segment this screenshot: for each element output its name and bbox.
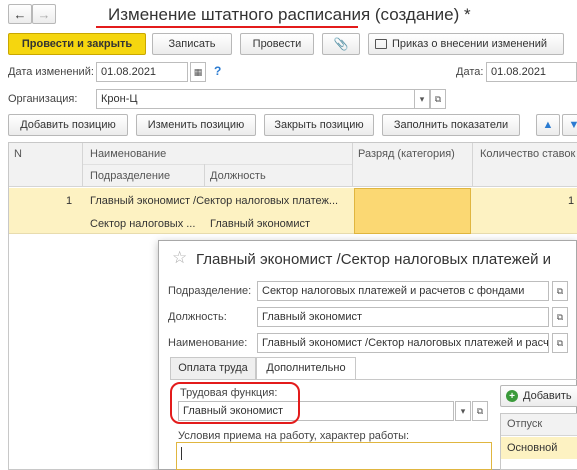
tab-additional-label: Дополнительно <box>266 362 346 374</box>
chevron-down-icon[interactable]: ▾ <box>414 89 430 109</box>
header-divider <box>352 143 353 187</box>
add-leave-button[interactable]: + Добавить <box>500 385 577 407</box>
add-position-button[interactable]: Добавить позицию <box>8 114 128 136</box>
add-leave-label: Добавить <box>523 390 572 402</box>
dialog-position-field[interactable]: Главный экономист <box>257 307 549 327</box>
order-button[interactable]: Приказ о внесении изменений <box>368 33 564 55</box>
calendar-icon[interactable]: ▦ <box>190 62 206 82</box>
column-position-header[interactable]: Должность <box>210 170 266 182</box>
change-date-label: Дата изменений: <box>8 66 94 78</box>
move-up-button[interactable]: ▲ <box>536 114 560 136</box>
date-label: Дата: <box>456 66 484 78</box>
post-button[interactable]: Провести <box>240 33 314 55</box>
dialog-name-label: Наименование: <box>168 337 248 349</box>
row-qty: 1 <box>568 195 575 207</box>
change-date-field[interactable]: 01.08.2021 <box>96 62 188 82</box>
column-rank-header[interactable]: Разряд (категория) <box>358 148 455 160</box>
tab-pay[interactable]: Оплата труда <box>170 357 256 379</box>
leave-header-label: Отпуск <box>507 418 543 430</box>
row-name: Главный экономист /Сектор налоговых плат… <box>90 195 339 207</box>
window-title: Изменение штатного расписания (создание)… <box>108 5 471 24</box>
labor-function-annotation <box>170 382 300 424</box>
plus-circle-icon: + <box>506 390 518 402</box>
dialog-position-label: Должность: <box>168 311 227 323</box>
edit-position-button[interactable]: Изменить позицию <box>136 114 256 136</box>
header-divider <box>472 143 473 187</box>
dialog-dept-label: Подразделение: <box>168 285 252 297</box>
post-and-close-button[interactable]: Провести и закрыть <box>8 33 146 55</box>
title-underline-annotation <box>96 26 358 28</box>
text-cursor <box>181 447 182 460</box>
print-icon <box>375 39 387 49</box>
row-dept: Сектор налоговых ... <box>90 218 196 230</box>
column-qty-header[interactable]: Количество ставок <box>480 148 577 160</box>
help-icon[interactable]: ? <box>214 64 221 78</box>
conditions-textarea[interactable] <box>176 442 492 470</box>
dialog-title: Главный экономист /Сектор налоговых плат… <box>196 251 552 268</box>
column-n-header[interactable]: N <box>14 148 22 160</box>
dialog-name-field[interactable]: Главный экономист /Сектор налоговых плат… <box>257 333 549 353</box>
header-divider <box>204 164 205 187</box>
conditions-label: Условия приема на работу, характер работ… <box>178 430 410 442</box>
organization-field[interactable]: Крон-Ц <box>96 89 416 109</box>
rank-cell-selected[interactable] <box>354 188 471 234</box>
fill-indicators-button[interactable]: Заполнить показатели <box>382 114 520 136</box>
attach-button[interactable]: 📎 <box>322 33 360 55</box>
labor-function-open-icon[interactable]: ⧉ <box>472 401 488 421</box>
row-position: Главный экономист <box>210 218 311 230</box>
save-button[interactable]: Записать <box>152 33 232 55</box>
column-dept-header[interactable]: Подразделение <box>90 170 170 182</box>
date-field[interactable]: 01.08.2021 <box>486 62 577 82</box>
leave-header[interactable]: Отпуск <box>501 414 577 436</box>
header-divider <box>82 143 83 187</box>
dialog-dept-field[interactable]: Сектор налоговых платежей и расчетов с ф… <box>257 281 549 301</box>
column-name-header[interactable]: Наименование <box>90 148 166 160</box>
open-icon[interactable]: ⧉ <box>430 89 446 109</box>
arrow-right-icon: → <box>37 6 51 22</box>
header-divider <box>83 164 352 165</box>
star-icon[interactable]: ☆ <box>172 248 187 268</box>
name-open-icon[interactable]: ⧉ <box>552 333 568 353</box>
tab-additional[interactable]: Дополнительно <box>256 357 356 380</box>
arrow-up-icon: ▲ <box>542 119 554 131</box>
dept-open-icon[interactable]: ⧉ <box>552 281 568 301</box>
organization-label: Организация: <box>8 93 78 105</box>
arrow-left-icon: ← <box>13 6 27 22</box>
back-button[interactable]: ← <box>8 4 32 24</box>
close-position-button[interactable]: Закрыть позицию <box>264 114 374 136</box>
list-item[interactable]: Основной <box>501 437 577 459</box>
move-down-button[interactable]: ▼ <box>562 114 577 136</box>
row-number: 1 <box>66 195 73 207</box>
forward-button[interactable]: → <box>32 4 56 24</box>
leave-row-label: Основной <box>507 442 558 454</box>
position-open-icon[interactable]: ⧉ <box>552 307 568 327</box>
order-button-label: Приказ о внесении изменений <box>392 38 547 50</box>
chevron-down-icon[interactable]: ▾ <box>455 401 471 421</box>
tab-strip-line <box>170 379 577 380</box>
paperclip-icon: 📎 <box>333 37 349 51</box>
arrow-down-icon: ▼ <box>568 119 577 131</box>
tab-pay-label: Оплата труда <box>178 362 248 374</box>
